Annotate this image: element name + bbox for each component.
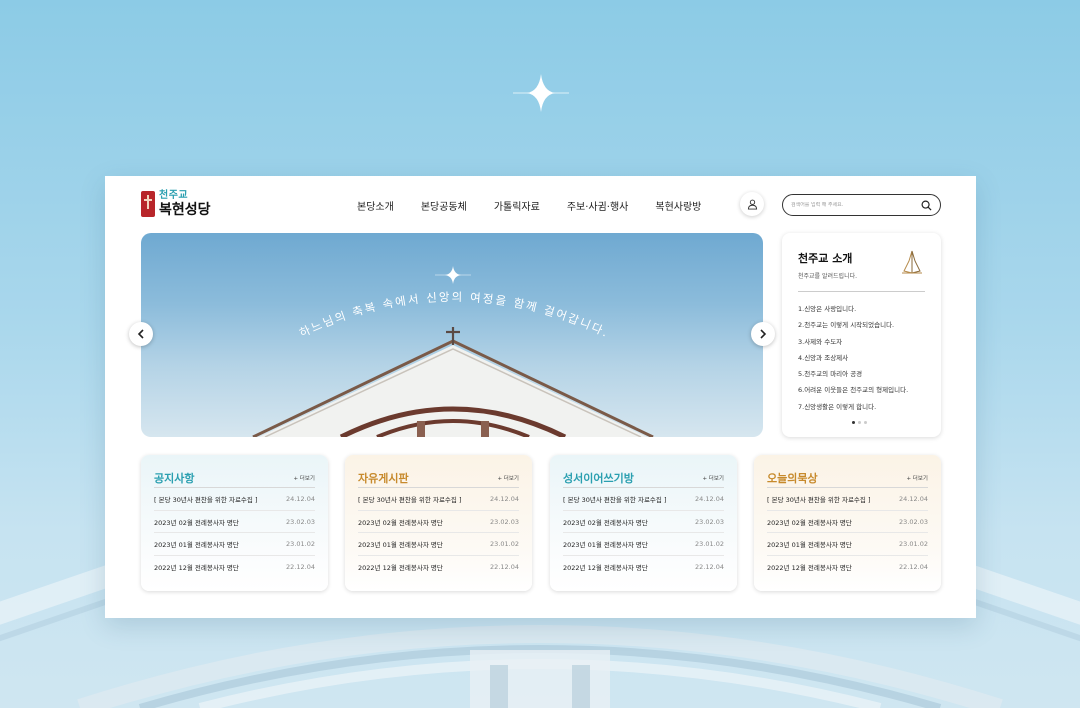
post-title: 2023년 02월 전례봉사자 명단 <box>154 518 239 527</box>
post-date: 23.02.03 <box>286 517 315 526</box>
sparkle-icon <box>513 74 569 112</box>
post-title: 2022년 12월 전례봉사자 명단 <box>563 564 648 573</box>
board-row[interactable]: 2023년 01월 전례봉사자 명단 23.01.02 <box>563 533 724 557</box>
post-date: 22.12.04 <box>286 563 315 572</box>
post-date: 24.12.04 <box>286 494 315 503</box>
post-date: 22.12.04 <box>695 563 724 572</box>
board-row[interactable]: 2023년 02월 전례봉사자 명단 23.02.03 <box>767 511 928 534</box>
board-free: 자유게시판 + 더보기 [ 본당 30년사 편찬을 위한 자료수집 ] 24.12… <box>345 455 532 591</box>
board-notices: 공지사항 + 더보기 [ 본당 30년사 편찬을 위한 자료수집 ] 24.12.… <box>141 455 328 591</box>
post-date: 23.02.03 <box>899 517 928 526</box>
post-title: 2022년 12월 전례봉사자 명단 <box>358 564 443 573</box>
user-button[interactable] <box>740 192 764 216</box>
chevron-left-icon <box>137 329 144 339</box>
board-row[interactable]: 2023년 02월 전례봉사자 명단 23.02.03 <box>563 511 724 534</box>
post-title: 2023년 02월 전례봉사자 명단 <box>358 518 443 527</box>
post-date: 23.02.03 <box>490 517 519 526</box>
search-box <box>782 194 941 216</box>
intro-link[interactable]: 5.천주교의 마리아 공경 <box>798 366 925 382</box>
more-link[interactable]: + 더보기 <box>293 474 315 482</box>
main-page-card: 천주교 복현성당 본당소개 본당공동체 가톨릭자료 주보·사귐·행사 복현사랑방 <box>105 176 976 618</box>
board-title[interactable]: 오늘의묵상 <box>767 470 818 486</box>
slide-indicator <box>852 421 870 424</box>
post-title: 2023년 02월 전례봉사자 명단 <box>767 518 852 527</box>
board-row[interactable]: [ 본당 30년사 편찬을 위한 자료수집 ] 24.12.04 <box>767 488 928 511</box>
post-title: [ 본당 30년사 편찬을 위한 자료수집 ] <box>154 495 258 504</box>
search-icon[interactable] <box>921 200 932 211</box>
board-row[interactable]: 2023년 02월 전례봉사자 명단 23.02.03 <box>154 511 315 534</box>
main-nav: 본당소개 본당공동체 가톨릭자료 주보·사귐·행사 복현사랑방 <box>357 198 728 213</box>
intro-link[interactable]: 1.신앙은 사랑입니다. <box>798 301 925 317</box>
hero-next-button[interactable] <box>751 322 775 346</box>
intro-link[interactable]: 7.신앙생활은 이렇게 합니다. <box>798 399 925 415</box>
post-date: 24.12.04 <box>490 494 519 503</box>
board-title[interactable]: 공지사항 <box>154 470 194 486</box>
slide-dot[interactable] <box>864 421 867 424</box>
intro-list: 1.신앙은 사랑입니다. 2.천주교는 이렇게 시작되었습니다. 3.사제와 수… <box>798 301 925 415</box>
board-row[interactable]: 2022년 12월 전례봉사자 명단 22.12.04 <box>767 556 928 579</box>
post-title: 2023년 01월 전례봉사자 명단 <box>358 541 443 550</box>
praying-hands-icon <box>902 250 922 274</box>
chevron-right-icon <box>760 329 767 339</box>
nav-item-catholic-resources[interactable]: 가톨릭자료 <box>494 198 540 213</box>
post-date: 23.01.02 <box>286 540 315 549</box>
search-input[interactable] <box>791 202 916 208</box>
board-row[interactable]: [ 본당 30년사 편찬을 위한 자료수집 ] 24.12.04 <box>358 488 519 511</box>
board-title[interactable]: 성서이어쓰기방 <box>563 470 634 486</box>
hero-prev-button[interactable] <box>129 322 153 346</box>
post-date: 23.01.02 <box>899 540 928 549</box>
post-date: 23.02.03 <box>695 517 724 526</box>
board-bible-writing: 성서이어쓰기방 + 더보기 [ 본당 30년사 편찬을 위한 자료수집 ] 24.… <box>550 455 737 591</box>
post-title: [ 본당 30년사 편찬을 위한 자료수집 ] <box>563 495 667 504</box>
site-logo[interactable]: 천주교 복현성당 <box>141 191 211 217</box>
post-date: 23.01.02 <box>490 540 519 549</box>
post-title: 2023년 02월 전례봉사자 명단 <box>563 518 648 527</box>
intro-link[interactable]: 2.천주교는 이렇게 시작되었습니다. <box>798 317 925 333</box>
nav-item-parish-intro[interactable]: 본당소개 <box>357 198 394 213</box>
post-date: 24.12.04 <box>695 494 724 503</box>
slide-dot[interactable] <box>852 421 855 424</box>
board-row[interactable]: [ 본당 30년사 편찬을 위한 자료수집 ] 24.12.04 <box>563 488 724 511</box>
post-title: 2023년 01월 전례봉사자 명단 <box>154 541 239 550</box>
more-link[interactable]: + 더보기 <box>497 474 519 482</box>
board-row[interactable]: 2023년 01월 전례봉사자 명단 23.01.02 <box>767 533 928 557</box>
post-date: 23.01.02 <box>695 540 724 549</box>
nav-item-community[interactable]: 본당공동체 <box>421 198 467 213</box>
post-title: [ 본당 30년사 편찬을 위한 자료수집 ] <box>767 495 871 504</box>
board-row[interactable]: 2023년 01월 전례봉사자 명단 23.01.02 <box>358 533 519 557</box>
intro-link[interactable]: 3.사제와 수도자 <box>798 334 925 350</box>
nav-item-lounge[interactable]: 복현사랑방 <box>655 198 701 213</box>
post-date: 22.12.04 <box>490 563 519 572</box>
post-date: 24.12.04 <box>899 494 928 503</box>
post-date: 22.12.04 <box>899 563 928 572</box>
intro-link[interactable]: 4.신앙과 조상제사 <box>798 350 925 366</box>
more-link[interactable]: + 더보기 <box>906 474 928 482</box>
post-title: 2022년 12월 전례봉사자 명단 <box>154 564 239 573</box>
board-daily-meditation: 오늘의묵상 + 더보기 [ 본당 30년사 편찬을 위한 자료수집 ] 24.12… <box>754 455 941 591</box>
post-title: 2023년 01월 전례봉사자 명단 <box>767 541 852 550</box>
post-title: 2022년 12월 전례봉사자 명단 <box>767 564 852 573</box>
board-row[interactable]: [ 본당 30년사 편찬을 위한 자료수집 ] 24.12.04 <box>154 488 315 511</box>
nav-item-bulletin-events[interactable]: 주보·사귐·행사 <box>567 198 629 213</box>
logo-subtitle: 천주교 <box>159 190 189 201</box>
intro-link[interactable]: 6.어려운 이웃들은 천주교의 형제입니다. <box>798 382 925 398</box>
board-title[interactable]: 자유게시판 <box>358 470 409 486</box>
logo-mark-icon <box>141 191 155 217</box>
logo-title: 복현성당 <box>159 202 211 218</box>
post-title: 2023년 01월 전례봉사자 명단 <box>563 541 648 550</box>
board-row[interactable]: 2023년 01월 전례봉사자 명단 23.01.02 <box>154 533 315 557</box>
hero-church-image: 하느님의 축복 속에서 신앙의 여정을 함께 걸어갑니다. <box>252 266 654 437</box>
board-row[interactable]: 2022년 12월 전례봉사자 명단 22.12.04 <box>154 556 315 579</box>
slide-dot[interactable] <box>858 421 861 424</box>
hero-banner: 하느님의 축복 속에서 신앙의 여정을 함께 걸어갑니다. <box>141 233 763 437</box>
board-row[interactable]: 2023년 02월 전례봉사자 명단 23.02.03 <box>358 511 519 534</box>
post-title: [ 본당 30년사 편찬을 위한 자료수집 ] <box>358 495 462 504</box>
more-link[interactable]: + 더보기 <box>702 474 724 482</box>
catholic-intro-panel: 천주교 소개 천주교를 알려드립니다. 1.신앙은 사랑입니다. 2.천주교는 … <box>782 233 941 437</box>
board-row[interactable]: 2022년 12월 전례봉사자 명단 22.12.04 <box>563 556 724 579</box>
board-row[interactable]: 2022년 12월 전례봉사자 명단 22.12.04 <box>358 556 519 579</box>
user-icon <box>747 199 757 210</box>
intro-divider <box>798 291 925 292</box>
